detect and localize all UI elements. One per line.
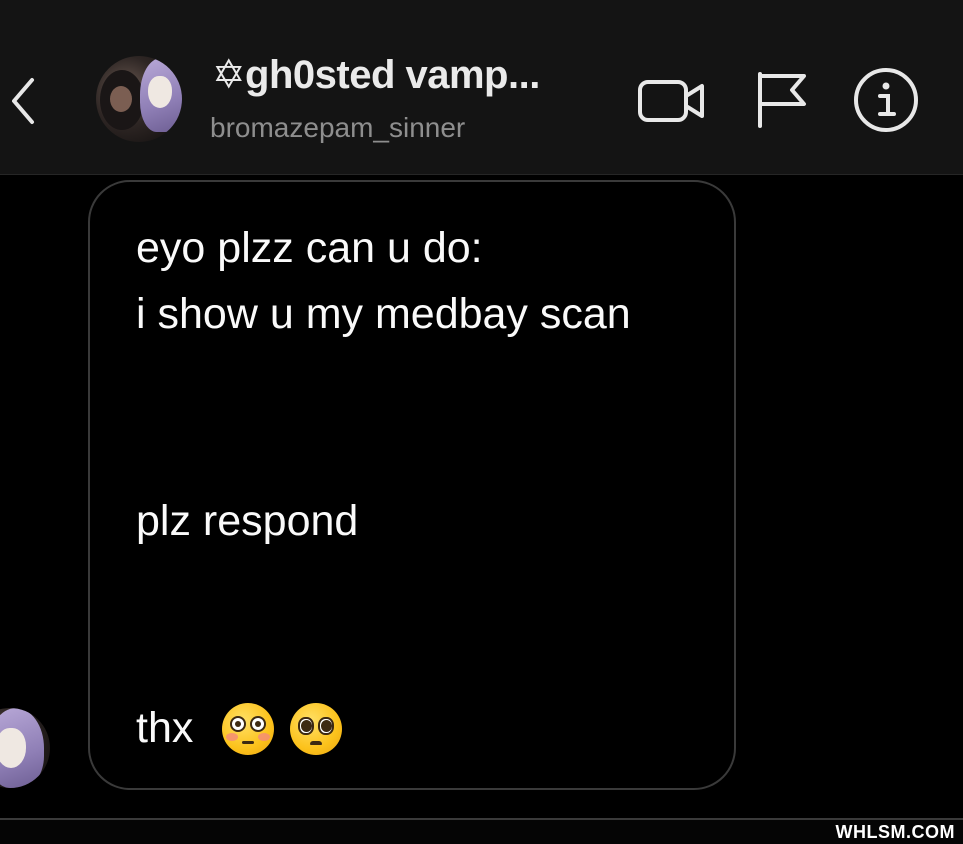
- composer-area: [0, 820, 963, 844]
- flag-icon[interactable]: [754, 68, 810, 130]
- message-line: thx: [136, 704, 194, 752]
- sender-avatar[interactable]: [0, 708, 50, 788]
- flushed-face-emoji: [222, 703, 274, 755]
- avatar[interactable]: [96, 56, 182, 142]
- chat-username[interactable]: bromazepam_sinner: [210, 112, 465, 144]
- message-line: i show u my medbay scan: [136, 290, 631, 338]
- watermark: WHLSM.COM: [835, 822, 955, 842]
- chat-header: ✡gh0sted vamp... bromazepam_sinner: [0, 0, 963, 175]
- chevron-left-icon[interactable]: [6, 74, 40, 128]
- info-icon[interactable]: [852, 66, 920, 134]
- chat-title[interactable]: ✡gh0sted vamp...: [212, 52, 540, 98]
- pleading-face-emoji: [290, 703, 342, 755]
- message-line: plz respond: [136, 497, 359, 545]
- video-camera-icon[interactable]: [636, 70, 708, 130]
- message-line: eyo plzz can u do:: [136, 224, 483, 272]
